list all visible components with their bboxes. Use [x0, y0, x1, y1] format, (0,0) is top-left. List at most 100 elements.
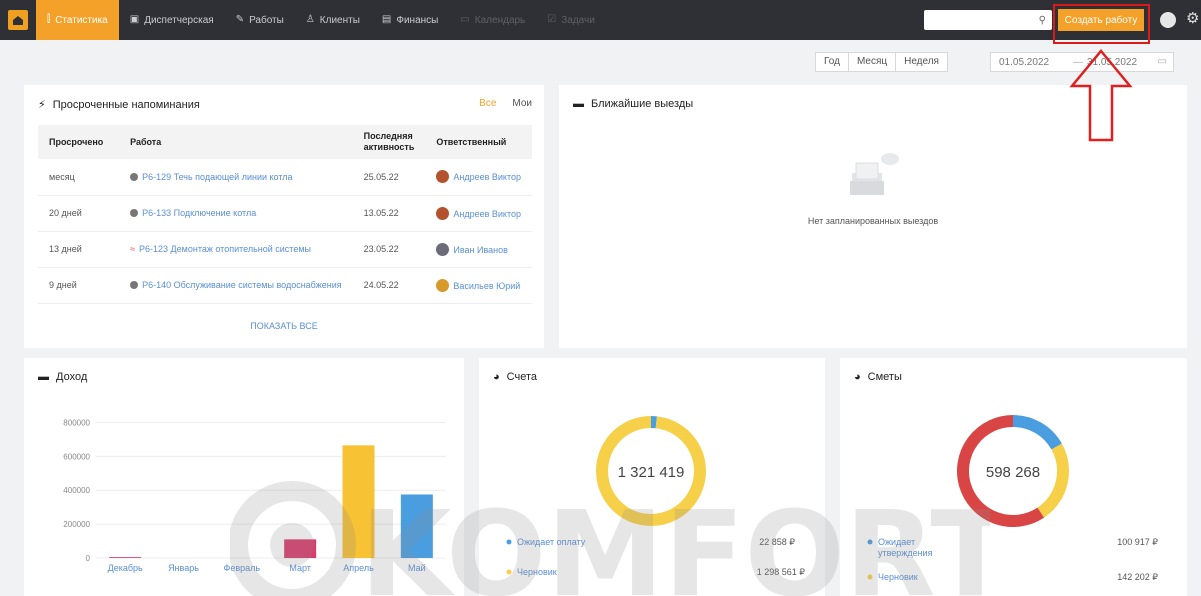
responsible-link[interactable]: Васильев Юрий [425, 267, 532, 304]
annotation-arrow-up-icon [1069, 49, 1133, 142]
legend-value: 1 298 561 ₽ [757, 567, 806, 577]
responsible-name[interactable]: Андреев Виктор [453, 172, 521, 182]
nav-item-person[interactable]: ♙ Клиенты [295, 0, 371, 40]
status-dot-icon [130, 209, 139, 217]
table-row: 13 дней ≈ Р6-123 Демонтаж отопительной сис… [38, 231, 532, 268]
income-bar[interactable] [400, 494, 433, 558]
legend-value: 100 917 ₽ [1117, 537, 1158, 547]
legend-label[interactable]: Черновик [517, 567, 557, 577]
nav-item-label: Календарь [474, 14, 526, 26]
trips-icon: ▬ [573, 98, 584, 110]
overdue-table: Просрочено Работа Последняя активность О… [38, 125, 532, 304]
table-header-row: Просрочено Работа Последняя активность О… [38, 125, 532, 159]
job-link[interactable]: Р6-129 Течь подающей линии котла [119, 159, 353, 196]
responsible-name[interactable]: Иван Иванов [453, 245, 508, 255]
home-logo[interactable] [0, 0, 36, 40]
nav-item-finance[interactable]: ▤ Финансы [371, 0, 449, 40]
lightning-icon: ⚡ [38, 99, 46, 111]
job-link[interactable]: Р6-140 Обслуживание системы водоснабжени… [119, 267, 353, 304]
income-bar[interactable] [284, 539, 317, 558]
x-tick-label: Апрель [343, 563, 374, 573]
house-icon [8, 10, 28, 30]
calendar-icon[interactable]: ▭ [1158, 56, 1167, 67]
person-icon: ♙ [305, 14, 315, 25]
y-tick-label: 800000 [63, 418, 90, 427]
status-dot-icon [130, 172, 139, 181]
period-week-button[interactable]: Неделя [896, 53, 947, 71]
donut-slice[interactable] [1037, 443, 1069, 518]
search-icon: ⚲ [1038, 14, 1046, 26]
legend-dot [867, 539, 873, 545]
search-input[interactable]: ⚲ [924, 10, 1052, 30]
avatar [436, 278, 450, 292]
job-name[interactable]: Р6-123 Демонтаж отопительной системы [139, 244, 311, 254]
calendar-icon: ▭ [460, 14, 470, 25]
income-bar-chart: 0 200000 400000 600000 800000 Декабрь Январь Фе… [63, 418, 446, 573]
last-activity-cell: 24.05.22 [352, 267, 426, 304]
table-row: месяц Р6-129 Течь подающей линии котла 25.… [38, 159, 532, 196]
estimates-card: ◕ Сметы 598 268 Ожидает утверждения 100 917… [840, 358, 1187, 596]
avatar [436, 170, 450, 184]
nav-item-label: Работы [249, 14, 284, 26]
legend-value: 142 202 ₽ [1117, 572, 1158, 582]
job-name[interactable]: Р6-129 Течь подающей линии котла [142, 172, 292, 182]
legend-label[interactable]: утверждения [878, 548, 933, 558]
overdue-period-cell: 13 дней [38, 231, 120, 268]
nav-item-chart[interactable]: ⫿ Статистика [36, 0, 119, 40]
period-month-button[interactable]: Месяц [849, 53, 897, 71]
nav-item-dispatch[interactable]: ▣ Диспетчерская [119, 0, 225, 40]
table-row: 9 дней Р6-140 Обслуживание системы водосн… [38, 267, 532, 304]
user-avatar[interactable] [1160, 12, 1176, 28]
show-all-link[interactable]: ПОКАЗАТЬ ВСЕ [24, 321, 544, 331]
settings-gear-icon[interactable]: ⚙ [1186, 11, 1199, 27]
nav-item-wrench[interactable]: ✎ Работы [225, 0, 295, 40]
responsible-link[interactable]: Иван Иванов [425, 231, 532, 268]
nav-item-tasks[interactable]: ☑ Задачи [536, 0, 606, 40]
period-switcher: Год Месяц Неделя [815, 52, 948, 72]
donut-center-total: 1 321 419 [618, 464, 685, 481]
nav-item-label: Задачи [561, 14, 595, 26]
overdue-period-cell: 9 дней [38, 267, 120, 304]
period-year-button[interactable]: Год [816, 53, 849, 71]
overdue-period-cell: 20 дней [38, 195, 120, 232]
overdue-title-text: Просроченные напоминания [52, 98, 200, 111]
y-tick-label: 400000 [63, 486, 90, 495]
overdue-period-cell: месяц [38, 159, 120, 196]
date-from-field[interactable]: 01.05.2022 [999, 57, 1049, 68]
nav-item-label: Клиенты [319, 14, 360, 26]
last-activity-cell: 23.05.22 [352, 231, 426, 268]
nav-item-calendar[interactable]: ▭ Календарь [449, 0, 536, 40]
avatar [436, 206, 450, 220]
x-tick-label: Март [289, 563, 311, 573]
responsible-link[interactable]: Андреев Виктор [425, 195, 532, 232]
legend-dot [506, 539, 512, 545]
estimates-donut-chart: 598 268 Ожидаетутверждения 100 917 ₽ Чернов… [867, 415, 1158, 582]
income-bar[interactable] [109, 557, 142, 558]
job-link[interactable]: ≈ Р6-123 Демонтаж отопительной системы [119, 231, 353, 268]
column-header-overdue: Просрочено [38, 125, 120, 159]
responsible-name[interactable]: Васильев Юрий [453, 281, 520, 291]
responsible-name[interactable]: Андреев Виктор [453, 209, 521, 219]
job-link[interactable]: Р6-133 Подключение котла [119, 195, 353, 232]
job-name[interactable]: Р6-140 Обслуживание системы водоснабжени… [142, 280, 342, 290]
legend-value: 22 858 ₽ [759, 537, 795, 547]
nav-item-label: Статистика [55, 14, 108, 26]
invoices-card: ◕ Счета 1 321 419 Ожидает оплату 22 858 ₽ Ч… [479, 358, 825, 596]
tab-mine[interactable]: Мои [512, 98, 532, 109]
tab-all[interactable]: Все [479, 98, 496, 109]
legend-label[interactable]: Ожидает оплату [517, 537, 586, 547]
dispatch-icon: ▣ [129, 14, 140, 25]
responsible-link[interactable]: Андреев Виктор [425, 159, 532, 196]
overdue-filter-tabs: Все Мои [479, 98, 532, 109]
overdue-card-title: ⚡ Просроченные напоминания [38, 98, 200, 112]
income-card: ▬ Доход 0 200000 400000 600000 800000 Декабрь… [24, 358, 464, 596]
legend-label[interactable]: Ожидает [878, 537, 915, 547]
y-tick-label: 600000 [63, 452, 90, 461]
column-header-responsible: Ответственный [425, 125, 532, 159]
donut-slice[interactable] [1012, 415, 1062, 450]
job-name[interactable]: Р6-133 Подключение котла [142, 208, 256, 218]
legend-label[interactable]: Черновик [878, 572, 918, 582]
trips-title-text: Ближайшие выезды [591, 98, 694, 110]
income-bar[interactable] [342, 445, 375, 558]
status-dot-icon [130, 281, 139, 289]
